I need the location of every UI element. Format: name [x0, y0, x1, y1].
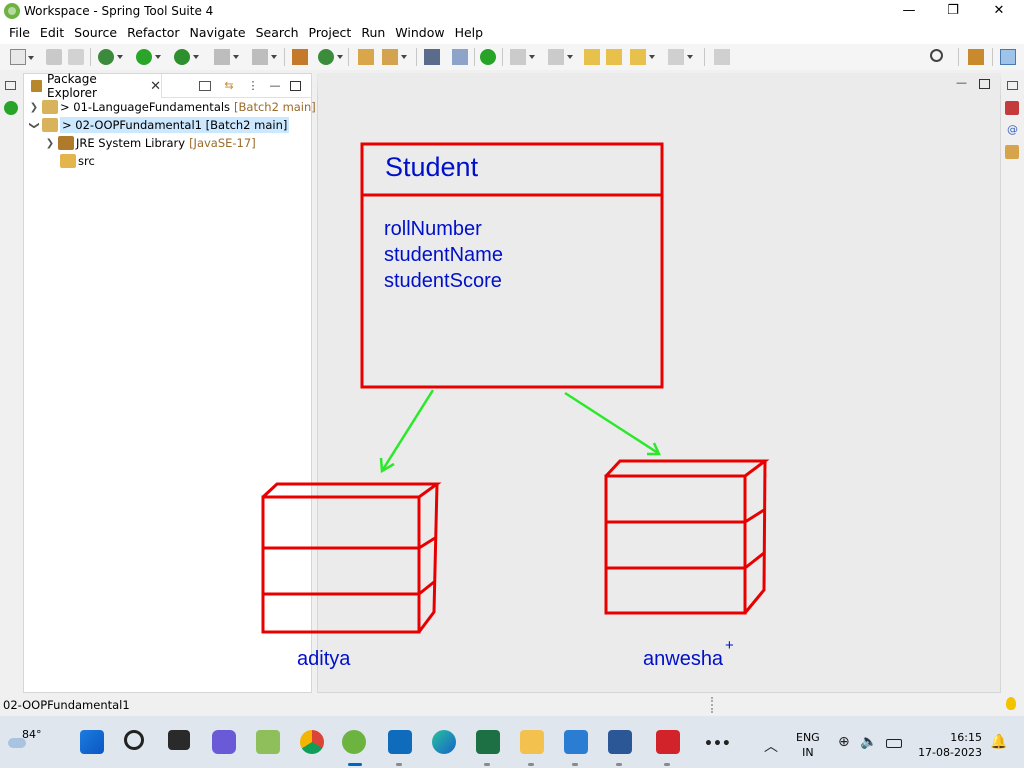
app-running-indicator: [572, 763, 578, 766]
app-running-indicator: [528, 763, 534, 766]
file-explorer-icon[interactable]: [520, 730, 544, 754]
app-running-indicator: [616, 763, 622, 766]
teams-chat-icon[interactable]: [212, 730, 236, 754]
system-clock[interactable]: 16:15 17-08-2023: [916, 730, 982, 760]
spring-tool-suite-taskbar-icon[interactable]: [342, 730, 366, 754]
edge-icon[interactable]: [432, 730, 456, 754]
object-box-anwesha: [604, 459, 770, 615]
object-label-anwesha: anwesha: [643, 648, 724, 670]
outlook-icon[interactable]: [388, 730, 412, 754]
windows-taskbar: 84° ••• ︿ ENG IN ⊕ 🔈 16:15 17-08-2023 🔔: [0, 716, 1024, 768]
class-name-text: Student: [385, 152, 479, 182]
acrobat-icon[interactable]: [656, 730, 680, 754]
volume-icon[interactable]: 🔈: [860, 734, 877, 750]
arrow-to-anwesha: [564, 391, 661, 456]
chrome-icon[interactable]: [300, 730, 324, 754]
status-bar: 02-OOPFundamental1: [0, 694, 1024, 716]
input-language-indicator[interactable]: ENG IN: [796, 730, 820, 760]
field-roll-number: rollNumber: [384, 218, 482, 240]
region-code: IN: [802, 746, 814, 759]
clock-time: 16:15: [950, 731, 982, 744]
language-code: ENG: [796, 731, 820, 744]
weather-temperature[interactable]: 84°: [22, 728, 42, 741]
word-icon[interactable]: [608, 730, 632, 754]
network-globe-icon[interactable]: ⊕: [838, 734, 850, 750]
cursor-plus-mark: +: [725, 637, 734, 654]
arrow-to-aditya: [379, 389, 435, 474]
notifications-icon[interactable]: 🔔: [990, 734, 1007, 750]
battery-icon[interactable]: [886, 739, 902, 748]
field-student-name: studentName: [384, 244, 503, 266]
start-icon[interactable]: [80, 730, 104, 754]
object-box-aditya: [261, 482, 442, 634]
notepad-icon[interactable]: [564, 730, 588, 754]
search-icon[interactable]: [124, 730, 144, 750]
annotation-drawing: Student rollNumber studentName studentSc…: [261, 142, 770, 670]
active-app-indicator: [348, 763, 362, 766]
object-label-aditya: aditya: [297, 648, 351, 670]
more-apps-icon[interactable]: •••: [704, 736, 731, 752]
excel-icon[interactable]: [476, 730, 500, 754]
paint-icon[interactable]: [256, 730, 280, 754]
clock-date: 17-08-2023: [918, 746, 982, 759]
field-student-score: studentScore: [384, 270, 502, 292]
tip-lightbulb-icon[interactable]: [1006, 697, 1016, 710]
task-view-icon[interactable]: [168, 730, 190, 750]
status-text: 02-OOPFundamental1: [3, 698, 130, 712]
app-running-indicator: [396, 763, 402, 766]
show-hidden-icons-chevron[interactable]: ︿: [764, 736, 778, 756]
app-running-indicator: [484, 763, 490, 766]
status-divider: [711, 697, 713, 713]
app-running-indicator: [664, 763, 670, 766]
